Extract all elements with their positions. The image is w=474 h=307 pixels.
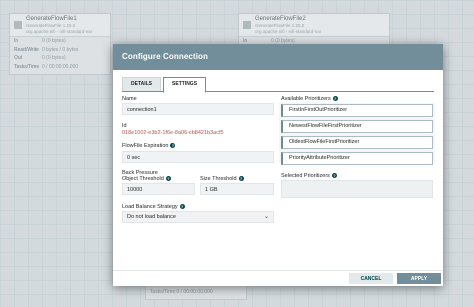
prioritizer-item[interactable]: OldestFlowFileFirstPrioritizer	[281, 136, 433, 149]
help-icon[interactable]: ?	[170, 143, 176, 149]
expiration-input[interactable]: 0 sec	[122, 151, 274, 163]
selected-prioritizers-label: Selected Prioritizers?	[281, 173, 337, 179]
object-threshold-input[interactable]: 10000	[122, 183, 195, 195]
chevron-down-icon: ⌄	[263, 214, 269, 220]
cancel-button[interactable]: CANCEL	[349, 273, 393, 284]
name-label: Name	[122, 96, 137, 102]
help-icon[interactable]: ?	[238, 176, 244, 182]
selected-prioritizers-dropzone[interactable]	[281, 180, 433, 198]
name-input[interactable]: connection1	[122, 103, 274, 115]
help-icon[interactable]: ?	[165, 176, 171, 182]
id-value: 018e1002-e3b2-1f6e-8a06-cb8421b3acf5	[122, 130, 224, 136]
load-balance-select[interactable]: Do not load balance ⌄	[122, 211, 274, 223]
size-threshold-label: Size Threshold?	[200, 176, 244, 182]
available-prioritizers-label: Available Prioritizers?	[281, 96, 338, 102]
help-icon[interactable]: ?	[332, 96, 338, 102]
apply-button[interactable]: APPLY	[397, 273, 441, 284]
expiration-label: FlowFile Expiration?	[122, 143, 176, 149]
id-label: Id	[122, 123, 127, 129]
prioritizer-item[interactable]: FirstInFirstOutPrioritizer	[281, 104, 433, 117]
tab-bar: DETAILS SETTINGS	[122, 77, 434, 93]
dialog-title: Configure Connection	[113, 44, 443, 70]
object-threshold-label: Object Threshold?	[122, 176, 171, 182]
help-icon[interactable]: ?	[331, 173, 337, 179]
prioritizer-item[interactable]: NewestFlowFileFirstPrioritizer	[281, 120, 433, 133]
load-balance-value: Do not load balance	[127, 214, 176, 220]
tab-settings[interactable]: SETTINGS	[163, 77, 207, 93]
prioritizer-item[interactable]: PriorityAttributePrioritizer	[281, 152, 433, 165]
load-balance-label: Load Balance Strategy?	[122, 204, 185, 210]
dialog-footer: CANCEL APPLY	[113, 270, 443, 286]
tab-details[interactable]: DETAILS	[122, 77, 162, 91]
help-icon[interactable]: ?	[179, 204, 185, 210]
size-threshold-input[interactable]: 1 GB	[200, 183, 274, 195]
configure-connection-dialog: Configure Connection DETAILS SETTINGS Na…	[113, 44, 443, 286]
